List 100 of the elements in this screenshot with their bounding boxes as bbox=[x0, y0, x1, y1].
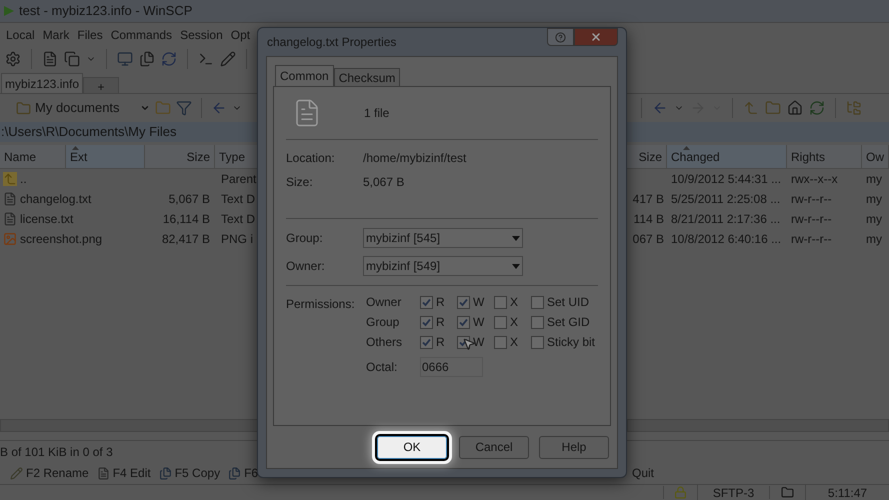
close-button[interactable] bbox=[574, 28, 618, 46]
column-header[interactable]: Rights bbox=[787, 145, 862, 168]
dropdown[interactable]: mybizinf [545] bbox=[363, 228, 523, 248]
checkbox-label: R bbox=[436, 314, 445, 331]
dialog-button[interactable]: Cancel bbox=[459, 436, 529, 458]
copy-icon bbox=[228, 466, 242, 480]
refresh-icon[interactable] bbox=[161, 51, 177, 67]
changed-cell-text: 8/21/2011 2:17:36 ... bbox=[670, 211, 782, 228]
folder-icon bbox=[781, 486, 794, 499]
rights-cell-text: rw-r--r-- bbox=[790, 231, 833, 248]
function-key-button[interactable]: F2 Rename bbox=[10, 464, 89, 482]
column-header[interactable]: Size bbox=[145, 145, 215, 168]
checkbox[interactable] bbox=[420, 336, 433, 348]
horizontal-scrollbar[interactable] bbox=[0, 419, 258, 432]
dialog-title: changelog.txt Properties bbox=[266, 34, 396, 51]
rights-cell-text: rw-r--r-- bbox=[790, 211, 833, 228]
owner-cell-text: my bbox=[865, 211, 882, 228]
checkbox-label: X bbox=[510, 294, 518, 311]
function-key-button[interactable]: F6 bbox=[228, 464, 258, 482]
session-tab[interactable]: + bbox=[83, 77, 120, 93]
parent-folder-icon bbox=[3, 172, 17, 186]
path-text: :\Users\R\Documents\My Files bbox=[0, 123, 177, 142]
type-cell-text: Parent bbox=[220, 171, 256, 188]
function-key-button[interactable]: F5 Copy bbox=[158, 464, 220, 482]
time-status: 5:11:47 bbox=[828, 484, 868, 500]
dialog-tab[interactable]: Checksum bbox=[334, 68, 400, 86]
horizontal-scrollbar[interactable] bbox=[627, 419, 889, 432]
compare-icon[interactable] bbox=[117, 51, 133, 67]
close-icon bbox=[590, 31, 602, 43]
dialog-button[interactable]: Help bbox=[539, 436, 609, 458]
checkbox[interactable] bbox=[420, 296, 433, 308]
file-name-cell[interactable]: license.txt bbox=[20, 210, 74, 228]
checkbox-label: R bbox=[436, 294, 445, 311]
field-value: /home/mybizinf/test bbox=[363, 150, 466, 167]
settings-icon[interactable] bbox=[5, 51, 21, 67]
column-header[interactable]: Ext bbox=[66, 145, 145, 168]
checkbox[interactable] bbox=[420, 316, 433, 328]
checkbox[interactable] bbox=[531, 316, 544, 328]
window-title: test - mybiz123.info - WinSCP bbox=[19, 2, 192, 20]
menu-item[interactable]: Session bbox=[180, 26, 223, 44]
checkbox-label: X bbox=[510, 334, 518, 351]
files-icon[interactable] bbox=[139, 51, 155, 67]
rights-cell-text: rw-r--r-- bbox=[790, 191, 833, 208]
checkbox-label: Set UID bbox=[547, 294, 590, 311]
menu-item[interactable]: Commands bbox=[110, 26, 172, 44]
sort-arrow-icon bbox=[683, 146, 690, 150]
checkbox[interactable] bbox=[494, 316, 507, 328]
column-header[interactable]: Changed bbox=[667, 145, 787, 168]
pencil-icon bbox=[10, 466, 23, 480]
file-name-cell[interactable]: .. bbox=[20, 170, 27, 188]
help-button[interactable] bbox=[547, 28, 574, 46]
changed-cell-text: 10/9/2012 5:44:31 ... bbox=[670, 171, 782, 188]
permission-group-label: Owner bbox=[366, 294, 402, 311]
changed-cell-text: 10/8/2012 6:40:16 ... bbox=[670, 231, 782, 248]
menu-item[interactable]: Files bbox=[77, 26, 103, 44]
document-icon[interactable] bbox=[42, 51, 58, 67]
filter-icon[interactable] bbox=[176, 100, 192, 116]
checkbox[interactable] bbox=[531, 336, 544, 348]
size-cell-text: 82,417 B bbox=[162, 231, 210, 248]
checkbox-label: R bbox=[436, 334, 445, 351]
menu-item[interactable]: Local bbox=[6, 26, 35, 44]
lock-icon bbox=[674, 486, 687, 499]
pencil-icon[interactable] bbox=[220, 51, 236, 67]
folder-icon[interactable] bbox=[155, 100, 171, 116]
checkbox-label: W bbox=[473, 334, 484, 351]
octal-field[interactable]: 0666 bbox=[420, 357, 483, 377]
type-cell-text: Text D bbox=[220, 211, 256, 228]
menu-item[interactable]: Opt bbox=[230, 26, 250, 44]
home-icon[interactable] bbox=[787, 100, 803, 116]
dialog-tab[interactable]: Common bbox=[275, 65, 334, 86]
type-cell-text: PNG i bbox=[220, 231, 254, 248]
back-icon[interactable] bbox=[211, 100, 227, 116]
parent-folder-icon[interactable] bbox=[743, 100, 759, 116]
owner-cell-text: my bbox=[865, 231, 882, 248]
dropdown[interactable]: mybizinf [549] bbox=[363, 256, 523, 276]
menu-item[interactable]: Mark bbox=[42, 26, 70, 44]
checkbox[interactable] bbox=[531, 296, 544, 308]
copy-icon[interactable] bbox=[64, 51, 80, 67]
checkbox[interactable] bbox=[457, 316, 470, 328]
function-key-button[interactable]: F4 Edit bbox=[96, 464, 151, 482]
column-header[interactable]: Ow bbox=[862, 145, 889, 168]
session-tab[interactable]: mybiz123.info bbox=[1, 73, 84, 93]
refresh-icon[interactable] bbox=[809, 100, 825, 116]
checkbox[interactable] bbox=[494, 296, 507, 308]
field-label: Group: bbox=[286, 230, 324, 247]
size-cell-text: 114 B bbox=[634, 211, 664, 228]
back-icon[interactable] bbox=[652, 100, 668, 116]
checkbox[interactable] bbox=[457, 296, 470, 308]
folder-icon[interactable] bbox=[765, 100, 781, 116]
dropdown-arrow-icon bbox=[512, 264, 520, 268]
edit-file-icon bbox=[96, 466, 110, 480]
terminal-icon[interactable] bbox=[198, 51, 214, 67]
type-cell-text: Text D bbox=[220, 191, 256, 208]
file-name-cell[interactable]: screenshot.png bbox=[20, 230, 102, 248]
selection-status: B of 101 KiB in 0 of 3 bbox=[0, 444, 113, 460]
quit-button[interactable]: Quit bbox=[627, 464, 654, 482]
sort-arrow-icon bbox=[72, 146, 79, 150]
file-name-cell[interactable]: changelog.txt bbox=[20, 190, 92, 208]
folder-tree-icon[interactable] bbox=[846, 100, 862, 116]
checkbox[interactable] bbox=[494, 336, 507, 348]
